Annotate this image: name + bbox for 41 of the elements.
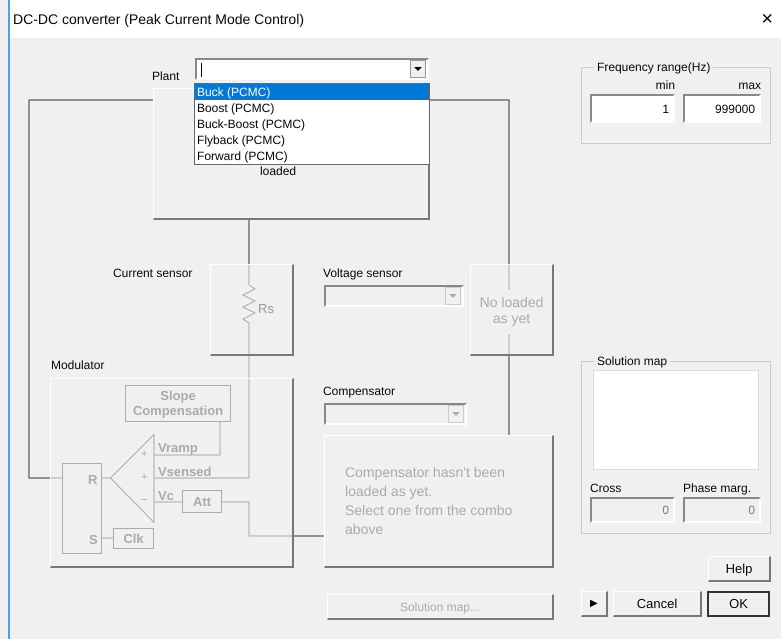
- compensator-label: Compensator: [323, 383, 396, 400]
- expand-button[interactable]: ▶: [581, 591, 608, 617]
- plant-label: Plant: [152, 68, 180, 85]
- dropdown-option[interactable]: Boost (PCMC): [195, 100, 429, 116]
- ok-button[interactable]: OK: [707, 591, 770, 617]
- dropdown-option[interactable]: Flyback (PCMC): [195, 132, 429, 148]
- cancel-button[interactable]: Cancel: [613, 591, 702, 617]
- reset-label: R: [88, 471, 98, 489]
- clock-block: Clk: [113, 528, 154, 549]
- vc-label: Vc: [158, 487, 174, 505]
- max-label: max: [737, 77, 761, 94]
- solution-map-title: Solution map: [596, 353, 668, 370]
- close-button[interactable]: ×: [757, 9, 777, 29]
- resistor-label: Rs: [258, 300, 274, 318]
- slope-compensation-block: Slope Compensation: [125, 385, 231, 422]
- dropdown-option[interactable]: Forward (PCMC): [195, 148, 429, 164]
- plant-message: loaded: [260, 163, 296, 180]
- min-label: min: [654, 77, 675, 94]
- current-sensor-label: Current sensor: [113, 265, 192, 282]
- window-title: DC-DC converter (Peak Current Mode Control): [13, 10, 304, 29]
- cross-label: Cross: [590, 480, 622, 497]
- voltage-sensor-label: Voltage sensor: [323, 265, 402, 282]
- comparator-sign: −: [141, 493, 148, 508]
- dropdown-option[interactable]: Buck-Boost (PCMC): [195, 116, 429, 132]
- attenuator-block: Att: [182, 490, 222, 513]
- help-button[interactable]: Help: [708, 556, 771, 582]
- comparator-sign: +: [141, 470, 148, 485]
- resistor-icon: [241, 285, 257, 329]
- voltage-sensor-block: No loaded as yet: [470, 264, 554, 356]
- plant-combo[interactable]: [195, 58, 429, 80]
- max-field[interactable]: 999000: [683, 94, 761, 123]
- compensator-block: Compensator hasn't been loaded as yet. Select one from the combo above: [324, 435, 554, 568]
- modulator-label: Modulator: [51, 357, 104, 374]
- phase-margin-label: Phase marg.: [683, 480, 752, 497]
- comparator-sign: +: [141, 447, 148, 462]
- vramp-label: Vramp: [158, 439, 198, 457]
- frequency-range-title: Frequency range(Hz): [596, 59, 712, 76]
- set-label: S: [89, 531, 98, 549]
- min-field[interactable]: 1: [590, 94, 675, 123]
- dropdown-option[interactable]: Buck (PCMC): [195, 84, 429, 100]
- vsensed-label: Vsensed: [158, 463, 212, 481]
